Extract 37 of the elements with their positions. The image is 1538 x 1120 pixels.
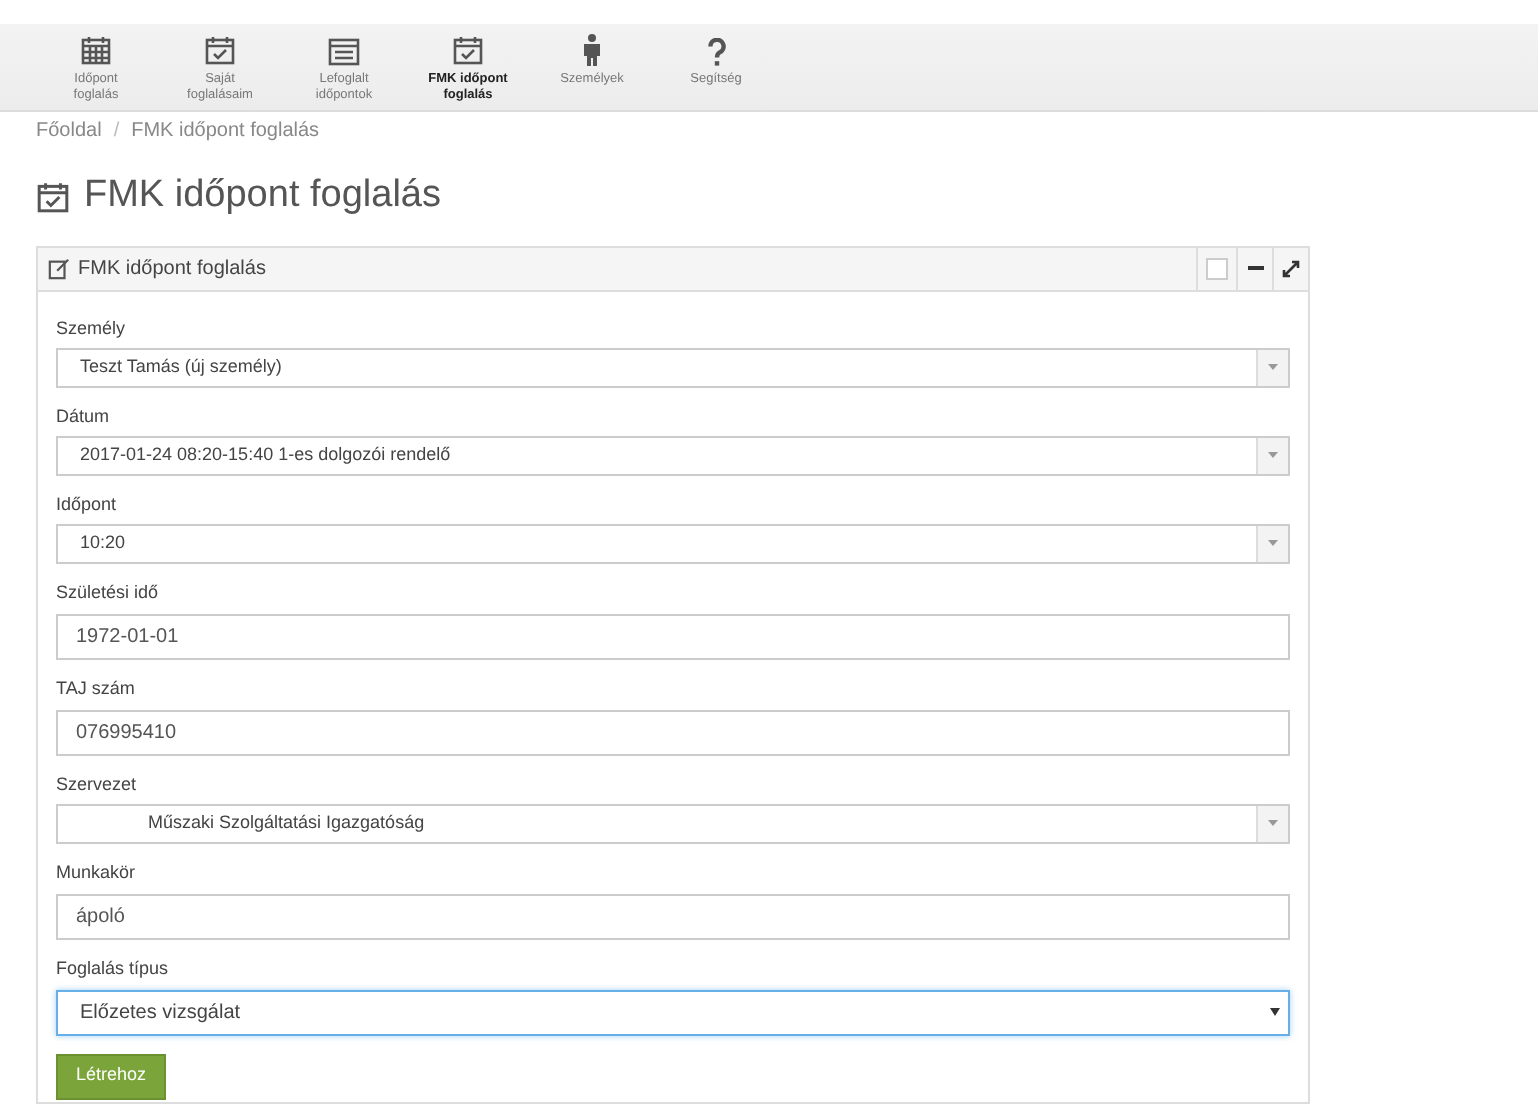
list-icon bbox=[328, 38, 360, 66]
toggle-checkbox[interactable] bbox=[1206, 257, 1228, 279]
breadcrumb-current: FMK időpont foglalás bbox=[131, 118, 320, 146]
field-label: Személy bbox=[56, 317, 128, 337]
input-field[interactable]: 076995410 bbox=[56, 709, 1290, 755]
calendar-check-icon bbox=[36, 179, 70, 214]
field-label: Munkakör bbox=[56, 861, 138, 881]
input-field[interactable]: 1972-01-01 bbox=[56, 613, 1290, 659]
breadcrumb-separator: / bbox=[113, 118, 120, 146]
field-label: Foglalás típus bbox=[56, 957, 171, 977]
dropdown-arrow-icon bbox=[1268, 820, 1278, 826]
field-label: Születési idő bbox=[56, 581, 161, 601]
select-field[interactable]: 10:20 bbox=[56, 523, 1290, 563]
select-field[interactable]: Teszt Tamás (új személy) bbox=[56, 347, 1290, 387]
help-icon bbox=[707, 38, 725, 66]
calendar-check-icon bbox=[452, 34, 484, 66]
field-label: Dátum bbox=[56, 405, 112, 425]
breadcrumb-link[interactable]: Főoldal bbox=[36, 116, 102, 146]
dropdown-arrow-icon bbox=[1270, 1008, 1280, 1016]
field-label: Időpont bbox=[56, 493, 119, 513]
page-title: FMK időpont foglalás bbox=[84, 172, 441, 220]
input-field[interactable]: ápoló bbox=[56, 893, 1290, 939]
field-label: Szervezet bbox=[56, 773, 139, 793]
panel-title: FMK időpont foglalás bbox=[78, 255, 266, 283]
expand-icon[interactable] bbox=[1282, 259, 1300, 277]
field-label: TAJ szám bbox=[56, 677, 137, 697]
dropdown-arrow-icon bbox=[1268, 452, 1278, 458]
calendar-check-icon bbox=[204, 34, 236, 66]
select-field[interactable]: Előzetes vizsgálat bbox=[56, 989, 1290, 1035]
select-field[interactable]: 2017-01-24 08:20-15:40 1-es dolgozói rendelő bbox=[56, 435, 1290, 475]
dropdown-arrow-icon bbox=[1268, 364, 1278, 370]
edit-icon bbox=[48, 257, 70, 279]
dropdown-arrow-icon bbox=[1268, 540, 1278, 546]
person-icon bbox=[582, 34, 602, 66]
select-field[interactable]: Műszaki Szolgáltatási Igazgatóság bbox=[56, 803, 1290, 843]
minimize-icon[interactable] bbox=[1247, 266, 1263, 270]
calendar-icon bbox=[80, 34, 112, 66]
